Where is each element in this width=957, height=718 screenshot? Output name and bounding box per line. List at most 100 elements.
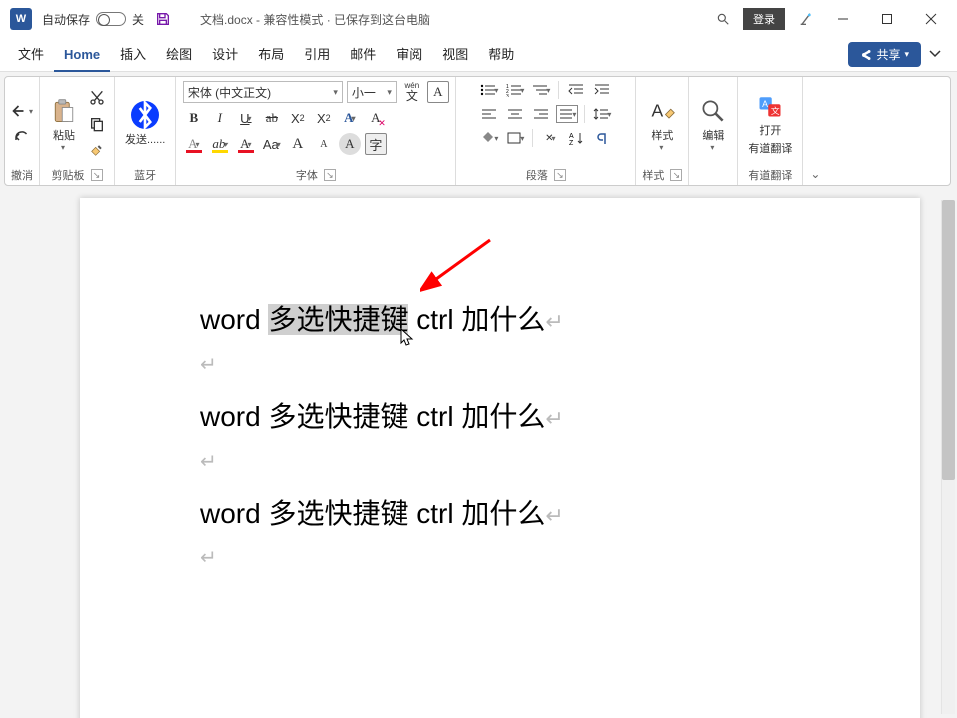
strike-button[interactable]: ab	[261, 107, 283, 129]
text-line-3[interactable]: word 多选快捷键 ctrl 加什么↵	[200, 492, 564, 537]
sort-button[interactable]: AZ	[565, 129, 587, 147]
login-button[interactable]: 登录	[743, 8, 785, 30]
tab-draw[interactable]: 绘图	[156, 38, 202, 72]
group-undo-label: 撤消	[11, 167, 33, 183]
text-line-2[interactable]: word 多选快捷键 ctrl 加什么↵	[200, 395, 564, 440]
clear-format-button[interactable]: A✕	[365, 107, 387, 129]
tab-home[interactable]: Home	[54, 38, 110, 72]
tab-insert[interactable]: 插入	[110, 38, 156, 72]
tab-references[interactable]: 引用	[294, 38, 340, 72]
tab-view[interactable]: 视图	[432, 38, 478, 72]
cut-button[interactable]	[86, 87, 108, 109]
align-right-button[interactable]	[530, 105, 552, 123]
text-effects-button[interactable]: A▾	[339, 107, 361, 129]
line1-suffix: ctrl 加什么	[408, 304, 545, 335]
undo-button[interactable]: ▾	[11, 100, 33, 122]
line2-mid: 多选快捷键	[268, 401, 408, 432]
borders-button[interactable]: ▾	[504, 129, 526, 147]
character-border-button[interactable]: A	[427, 81, 449, 103]
tab-file[interactable]: 文件	[8, 38, 54, 72]
empty-line-3: ↵	[200, 542, 564, 574]
ribbon-options-button[interactable]	[921, 47, 949, 62]
scrollbar-thumb[interactable]	[942, 200, 955, 480]
numbering-button[interactable]: 123▾	[504, 81, 526, 99]
text-line-1[interactable]: word 多选快捷键 ctrl 加什么↵	[200, 298, 564, 343]
paste-button[interactable]: 粘贴 ▾	[46, 95, 82, 154]
format-painter-button[interactable]	[86, 139, 108, 161]
tab-design[interactable]: 设计	[202, 38, 248, 72]
font-color-outline-button[interactable]: A▾	[183, 133, 205, 155]
svg-text:A: A	[569, 133, 574, 140]
show-marks-button[interactable]	[591, 129, 613, 147]
align-left-button[interactable]	[478, 105, 500, 123]
multilevel-button[interactable]: ▾	[530, 81, 552, 99]
line1-prefix: word	[200, 304, 268, 335]
page[interactable]: word 多选快捷键 ctrl 加什么↵ ↵ word 多选快捷键 ctrl 加…	[80, 198, 920, 718]
autosave-section: 自动保存 关	[42, 11, 144, 28]
tab-mail[interactable]: 邮件	[340, 38, 386, 72]
group-undo: ▾ 撤消	[5, 77, 40, 185]
share-label: 共享	[876, 46, 900, 63]
search-icon[interactable]	[709, 4, 737, 34]
tab-layout[interactable]: 布局	[248, 38, 294, 72]
redo-button[interactable]	[11, 126, 33, 148]
edit-label: 编辑	[702, 127, 724, 143]
asian-layout-button[interactable]: ✕▾	[539, 129, 561, 147]
align-justify-button[interactable]: ▾	[556, 105, 578, 123]
group-font: 宋体 (中文正文)▾ 小一▾ wén文 A B I U▾ ab X2 X2 A▾…	[176, 77, 456, 185]
ribbon: ▾ 撤消 粘贴 ▾ 剪贴板↘ 发送...... 蓝	[4, 76, 951, 186]
font-launcher[interactable]: ↘	[324, 169, 336, 181]
bullets-button[interactable]: ▾	[478, 81, 500, 99]
paste-label: 粘贴	[53, 127, 75, 143]
paragraph-launcher[interactable]: ↘	[554, 169, 566, 181]
highlight-button[interactable]: ab▾	[209, 133, 231, 155]
superscript-button[interactable]: X2	[313, 107, 335, 129]
tab-review[interactable]: 审阅	[386, 38, 432, 72]
line1-selection: 多选快捷键	[268, 304, 408, 335]
collapse-ribbon-button[interactable]: ⌄	[810, 167, 820, 181]
edit-button[interactable]: 编辑▾	[695, 95, 731, 154]
italic-button[interactable]: I	[209, 107, 231, 129]
change-case-button[interactable]: Aa▾	[261, 133, 283, 155]
group-clipboard: 粘贴 ▾ 剪贴板↘	[40, 77, 115, 185]
decrease-indent-button[interactable]	[565, 81, 587, 99]
document-content[interactable]: word 多选快捷键 ctrl 加什么↵ ↵ word 多选快捷键 ctrl 加…	[200, 298, 564, 588]
subscript-button[interactable]: X2	[287, 107, 309, 129]
close-button[interactable]	[909, 4, 953, 34]
line3-suffix: ctrl 加什么	[408, 498, 545, 529]
char-shading-button[interactable]: 字	[365, 133, 387, 155]
tab-help[interactable]: 帮助	[478, 38, 524, 72]
phonetic-guide-button[interactable]: wén文	[401, 81, 423, 103]
autosave-toggle[interactable]	[96, 12, 126, 26]
styles-button[interactable]: A 样式▾	[644, 95, 680, 154]
sup-glyph: X	[317, 111, 326, 126]
font-size-combo[interactable]: 小一▾	[347, 81, 397, 103]
grow-font-button[interactable]: A	[287, 133, 309, 155]
align-center-button[interactable]	[504, 105, 526, 123]
minimize-button[interactable]	[821, 4, 865, 34]
font-color-button[interactable]: A▾	[235, 133, 257, 155]
empty-line-2: ↵	[200, 446, 564, 478]
open-translate-button[interactable]: A文 打开 有道翻译	[744, 90, 796, 158]
font-name-combo[interactable]: 宋体 (中文正文)▾	[183, 81, 343, 103]
line-spacing-button[interactable]: ▾	[591, 105, 613, 123]
font-name-value: 宋体 (中文正文)	[188, 84, 271, 101]
maximize-button[interactable]	[865, 4, 909, 34]
group-translate: A文 打开 有道翻译 有道翻译	[738, 77, 803, 185]
clear-formatting-icon[interactable]	[791, 4, 821, 34]
bluetooth-send-button[interactable]: 发送......	[121, 99, 169, 149]
copy-button[interactable]	[86, 113, 108, 135]
line3-prefix: word	[200, 498, 268, 529]
enclose-char-button[interactable]: A	[339, 133, 361, 155]
sub-glyph: X	[291, 111, 300, 126]
underline-button[interactable]: U▾	[235, 107, 257, 129]
increase-indent-button[interactable]	[591, 81, 613, 99]
share-button[interactable]: 共享 ▾	[848, 42, 921, 67]
styles-launcher[interactable]: ↘	[670, 169, 682, 181]
save-icon[interactable]	[154, 10, 172, 28]
vertical-scrollbar[interactable]	[941, 200, 955, 714]
clipboard-launcher[interactable]: ↘	[91, 169, 103, 181]
shading-button[interactable]: ▾	[478, 129, 500, 147]
bold-button[interactable]: B	[183, 107, 205, 129]
shrink-font-button[interactable]: A	[313, 133, 335, 155]
